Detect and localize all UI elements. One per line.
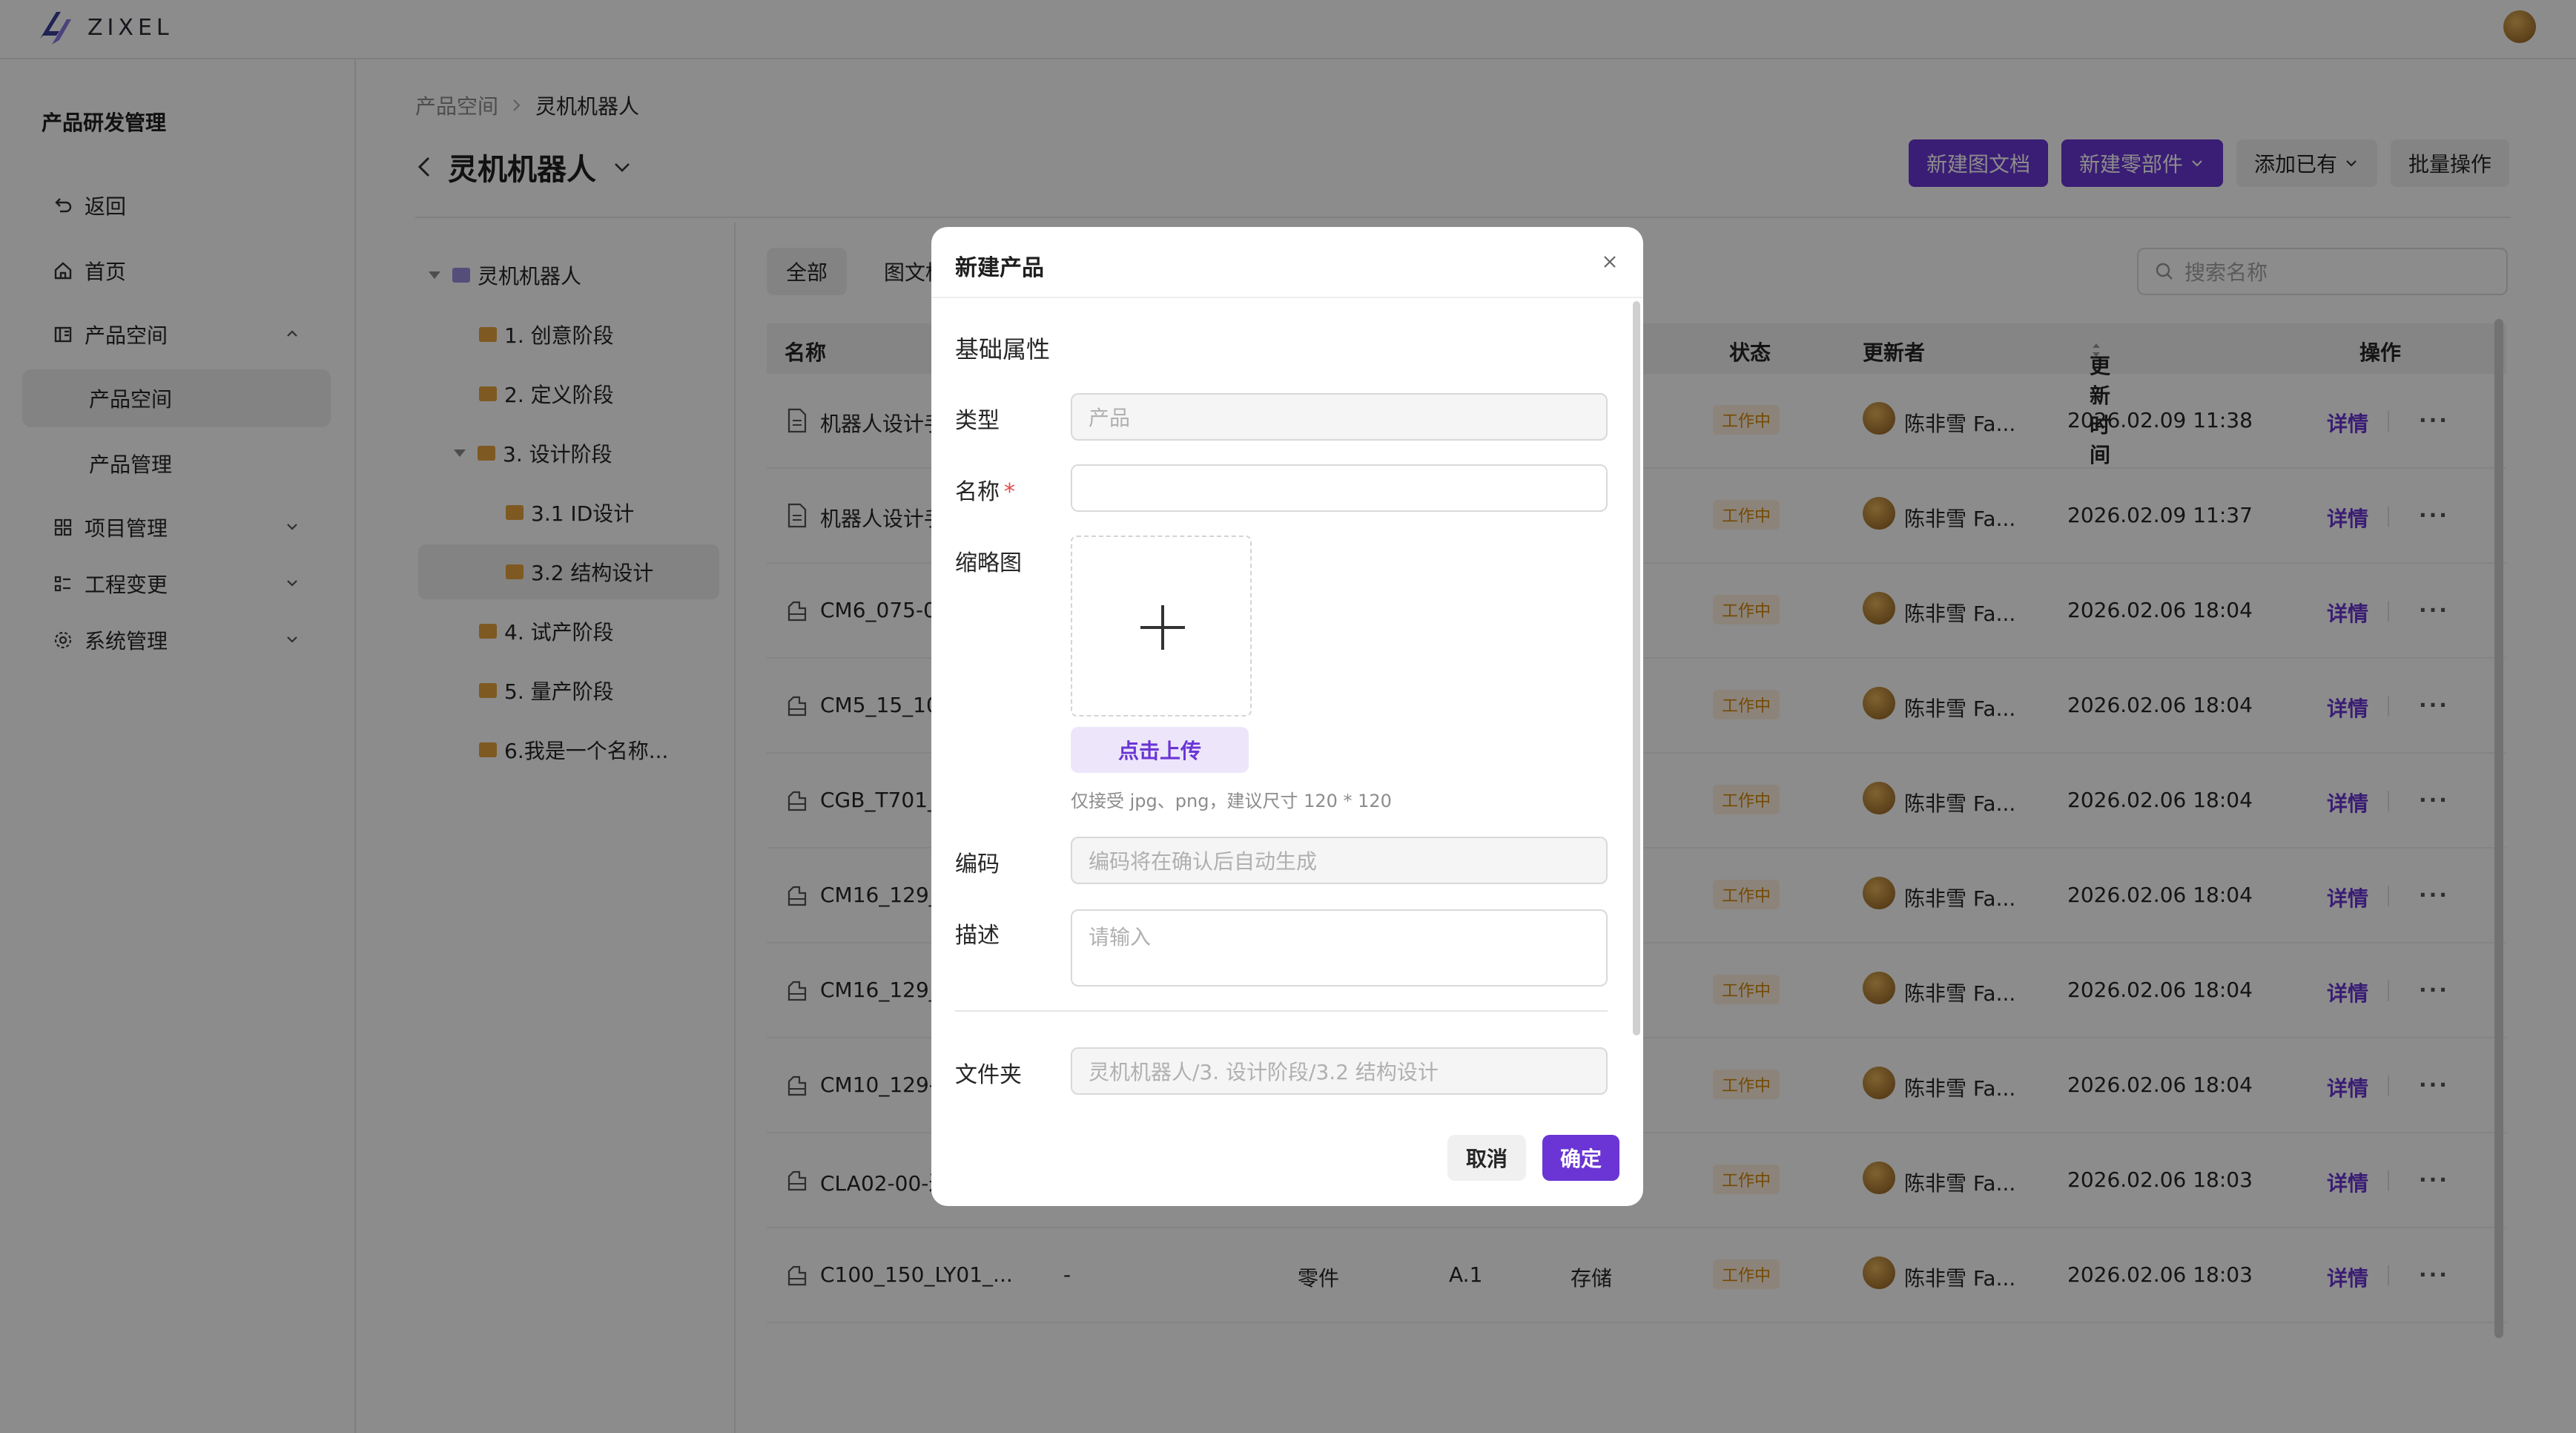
thumbnail-label: 缩略图: [955, 550, 1022, 576]
description-textarea[interactable]: 请输入: [1071, 909, 1608, 986]
section-title: 基础属性: [955, 335, 1051, 363]
type-field: 产品: [1071, 393, 1608, 441]
thumbnail-upload-area[interactable]: [1071, 536, 1252, 716]
required-mark: *: [1004, 479, 1015, 505]
dialog-scrollbar[interactable]: [1633, 301, 1640, 1035]
folder-field: 灵机机器人/3. 设计阶段/3.2 结构设计: [1071, 1047, 1608, 1095]
dialog-title: 新建产品: [955, 255, 1044, 281]
confirm-button[interactable]: 确定: [1542, 1135, 1619, 1181]
dialog-divider: [955, 1010, 1608, 1012]
code-field: 编码将在确认后自动生成: [1071, 837, 1608, 884]
cancel-button[interactable]: 取消: [1447, 1135, 1526, 1181]
code-placeholder: 编码将在确认后自动生成: [1089, 849, 1318, 874]
upload-hint: 仅接受 jpg、png，建议尺寸 120 * 120: [1071, 791, 1392, 811]
plus-icon-vertical: [1161, 605, 1164, 650]
description-placeholder: 请输入: [1089, 925, 1152, 949]
type-value: 产品: [1089, 406, 1131, 430]
name-label-text: 名称: [955, 479, 1000, 505]
folder-label: 文件夹: [955, 1062, 1022, 1088]
new-product-dialog: 新建产品 基础属性 类型 产品 名称 * 缩略图 点击上传 仅接受 jpg、png…: [931, 227, 1643, 1206]
type-label: 类型: [955, 408, 1000, 434]
upload-button[interactable]: 点击上传: [1071, 727, 1249, 773]
name-label: 名称 *: [955, 473, 1015, 506]
close-icon[interactable]: [1599, 251, 1621, 273]
code-label: 编码: [955, 851, 1000, 877]
description-label: 描述: [955, 923, 1000, 949]
folder-value: 灵机机器人/3. 设计阶段/3.2 结构设计: [1089, 1060, 1439, 1084]
dialog-header: 新建产品: [931, 227, 1643, 298]
name-field[interactable]: [1071, 464, 1608, 512]
